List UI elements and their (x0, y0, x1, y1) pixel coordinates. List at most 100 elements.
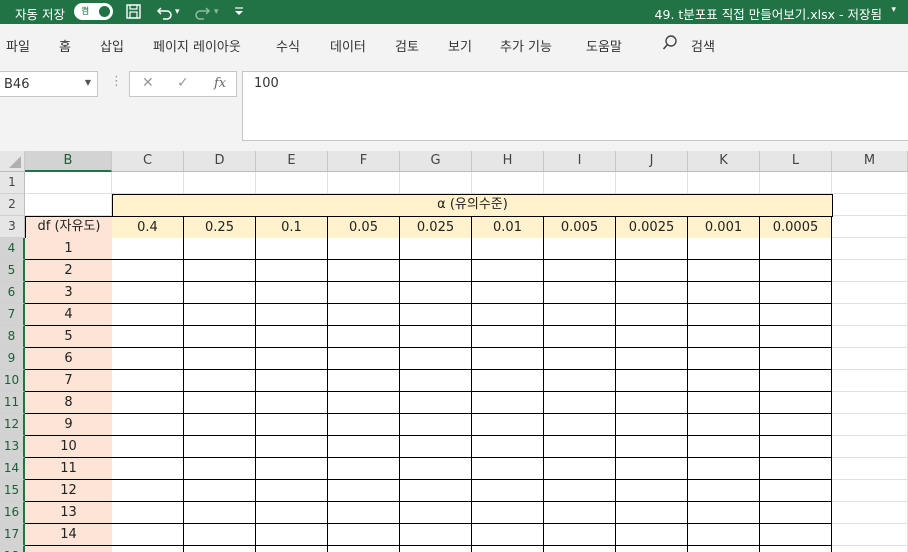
table-cell[interactable] (544, 260, 616, 282)
table-cell[interactable] (760, 370, 832, 392)
row-header-8[interactable]: 8 (0, 326, 25, 348)
table-cell[interactable] (112, 238, 184, 260)
search-icon[interactable] (662, 34, 678, 52)
table-cell[interactable] (400, 502, 472, 524)
df-value-cell[interactable]: 11 (25, 458, 113, 480)
row-header-3[interactable]: 3 (0, 216, 25, 238)
table-cell[interactable] (400, 458, 472, 480)
df-value-cell[interactable]: 10 (25, 436, 113, 458)
alpha-value-cell[interactable]: 0.05 (328, 217, 400, 239)
table-cell[interactable] (184, 502, 256, 524)
table-cell[interactable] (760, 304, 832, 326)
table-cell[interactable] (112, 524, 184, 546)
formula-input[interactable]: 100 (242, 71, 908, 141)
table-cell[interactable] (400, 524, 472, 546)
table-cell[interactable] (616, 546, 688, 552)
table-cell[interactable] (184, 348, 256, 370)
table-cell[interactable] (256, 348, 328, 370)
table-cell[interactable] (544, 546, 616, 552)
table-cell[interactable] (400, 370, 472, 392)
table-cell[interactable] (256, 304, 328, 326)
table-cell[interactable] (688, 238, 760, 260)
chevron-down-icon[interactable]: ▼ (85, 78, 91, 87)
row-header-9[interactable]: 9 (0, 348, 25, 370)
table-cell[interactable] (472, 304, 544, 326)
table-cell[interactable] (112, 414, 184, 436)
table-cell[interactable] (400, 282, 472, 304)
df-value-cell[interactable]: 6 (25, 348, 113, 370)
table-cell[interactable] (256, 436, 328, 458)
table-cell[interactable] (616, 436, 688, 458)
table-cell[interactable] (544, 480, 616, 502)
table-cell[interactable] (544, 348, 616, 370)
more-options-icon[interactable]: ⋮ (110, 74, 123, 89)
alpha-header[interactable]: α (유의수준) (112, 194, 833, 217)
table-cell[interactable] (616, 304, 688, 326)
table-cell[interactable] (688, 304, 760, 326)
df-value-cell[interactable]: 14 (25, 524, 113, 546)
table-cell[interactable] (112, 370, 184, 392)
table-cell[interactable] (328, 348, 400, 370)
column-header-k[interactable]: K (688, 151, 760, 172)
table-cell[interactable] (184, 414, 256, 436)
table-cell[interactable] (688, 392, 760, 414)
column-header-e[interactable]: E (256, 151, 328, 172)
customize-toolbar-icon[interactable] (234, 6, 244, 21)
table-cell[interactable] (472, 480, 544, 502)
row-header-1[interactable]: 1 (0, 172, 25, 194)
table-cell[interactable] (544, 436, 616, 458)
autosave-toggle[interactable]: 켬 (74, 3, 113, 20)
table-cell[interactable] (760, 392, 832, 414)
tab-review[interactable]: 검토 (395, 36, 419, 55)
table-cell[interactable] (328, 480, 400, 502)
alpha-value-cell[interactable]: 0.005 (544, 217, 616, 239)
table-cell[interactable] (616, 480, 688, 502)
cancel-icon[interactable]: ✕ (142, 75, 154, 91)
table-cell[interactable] (616, 524, 688, 546)
table-cell[interactable] (184, 260, 256, 282)
table-cell[interactable] (544, 524, 616, 546)
tab-data[interactable]: 데이터 (330, 36, 366, 55)
table-cell[interactable] (400, 546, 472, 552)
table-cell[interactable] (400, 348, 472, 370)
tab-insert[interactable]: 삽입 (100, 36, 124, 55)
table-cell[interactable] (112, 480, 184, 502)
table-cell[interactable] (616, 458, 688, 480)
table-cell[interactable] (184, 436, 256, 458)
table-cell[interactable] (328, 436, 400, 458)
table-cell[interactable] (688, 480, 760, 502)
table-cell[interactable] (472, 348, 544, 370)
table-cell[interactable] (328, 392, 400, 414)
table-cell[interactable] (544, 304, 616, 326)
df-value-cell[interactable]: 13 (25, 502, 113, 524)
row-header-6[interactable]: 6 (0, 282, 25, 304)
table-cell[interactable] (760, 414, 832, 436)
table-cell[interactable] (472, 370, 544, 392)
row-header-17[interactable]: 17 (0, 524, 25, 546)
table-cell[interactable] (616, 414, 688, 436)
table-cell[interactable] (760, 260, 832, 282)
search-label[interactable]: 검색 (691, 36, 715, 55)
table-cell[interactable] (184, 238, 256, 260)
row-header-16[interactable]: 16 (0, 502, 25, 524)
tab-view[interactable]: 보기 (448, 36, 472, 55)
table-cell[interactable] (112, 304, 184, 326)
table-cell[interactable] (112, 282, 184, 304)
column-header-j[interactable]: J (616, 151, 688, 172)
table-cell[interactable] (616, 238, 688, 260)
table-cell[interactable] (760, 282, 832, 304)
table-cell[interactable] (256, 546, 328, 552)
table-cell[interactable] (760, 348, 832, 370)
alpha-value-cell[interactable]: 0.001 (688, 217, 760, 239)
save-icon[interactable] (125, 3, 143, 25)
table-cell[interactable] (544, 458, 616, 480)
table-cell[interactable] (400, 392, 472, 414)
worksheet-grid[interactable]: BCDEFGHIJKLM 123456789101112131415161718… (0, 151, 908, 552)
table-cell[interactable] (616, 370, 688, 392)
row-header-14[interactable]: 14 (0, 458, 25, 480)
df-value-cell[interactable]: 4 (25, 304, 113, 326)
alpha-value-cell[interactable]: 0.025 (400, 217, 472, 239)
df-value-cell[interactable] (25, 546, 113, 552)
alpha-value-cell[interactable]: 0.4 (112, 217, 184, 239)
table-cell[interactable] (112, 502, 184, 524)
